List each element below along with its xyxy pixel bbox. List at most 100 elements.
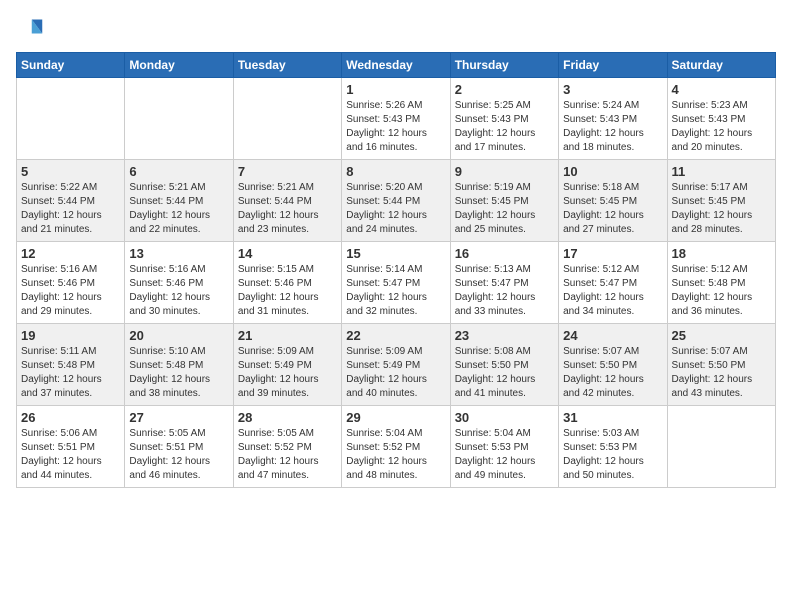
calendar-cell: 16 Sunrise: 5:13 AM Sunset: 5:47 PM Dayli… xyxy=(450,242,558,324)
day-info: Sunrise: 5:21 AM Sunset: 5:44 PM Dayligh… xyxy=(129,181,228,237)
weekday-header-friday: Friday xyxy=(559,53,667,78)
day-number: 16 xyxy=(455,246,554,261)
day-info: Sunrise: 5:08 AM Sunset: 5:50 PM Dayligh… xyxy=(455,345,554,401)
day-info: Sunrise: 5:20 AM Sunset: 5:44 PM Dayligh… xyxy=(346,181,445,237)
day-number: 26 xyxy=(21,410,120,425)
logo xyxy=(16,16,48,44)
day-number: 15 xyxy=(346,246,445,261)
calendar-cell: 27Sunrise: 5:05 AM Sunset: 5:51 PM Dayli… xyxy=(125,406,233,488)
calendar-cell: 7 Sunrise: 5:21 AM Sunset: 5:44 PM Daylig… xyxy=(233,160,341,242)
day-number: 2 xyxy=(455,82,554,97)
day-number: 24 xyxy=(563,328,662,343)
day-number: 7 xyxy=(238,164,337,179)
calendar-cell: 13 Sunrise: 5:16 AM Sunset: 5:46 PM Dayli… xyxy=(125,242,233,324)
weekday-header-monday: Monday xyxy=(125,53,233,78)
calendar-cell: 2 Sunrise: 5:25 AM Sunset: 5:43 PM Daylig… xyxy=(450,78,558,160)
calendar-cell: 18 Sunrise: 5:12 AM Sunset: 5:48 PM Dayli… xyxy=(667,242,775,324)
calendar-cell: 20Sunrise: 5:10 AM Sunset: 5:48 PM Dayli… xyxy=(125,324,233,406)
day-number: 21 xyxy=(238,328,337,343)
day-info: Sunrise: 5:06 AM Sunset: 5:51 PM Dayligh… xyxy=(21,427,120,483)
weekday-header-row: SundayMondayTuesdayWednesdayThursdayFrid… xyxy=(17,53,776,78)
day-number: 17 xyxy=(563,246,662,261)
calendar-cell: 29 Sunrise: 5:04 AM Sunset: 5:52 PM Dayli… xyxy=(342,406,450,488)
calendar-cell: 15 Sunrise: 5:14 AM Sunset: 5:47 PM Dayli… xyxy=(342,242,450,324)
calendar-cell: 5 Sunrise: 5:22 AM Sunset: 5:44 PM Daylig… xyxy=(17,160,125,242)
day-info: Sunrise: 5:17 AM Sunset: 5:45 PM Dayligh… xyxy=(672,181,771,237)
day-info: Sunrise: 5:05 AM Sunset: 5:52 PM Dayligh… xyxy=(238,427,337,483)
day-info: Sunrise: 5:21 AM Sunset: 5:44 PM Dayligh… xyxy=(238,181,337,237)
calendar-cell xyxy=(667,406,775,488)
week-row-3: 12Sunrise: 5:16 AM Sunset: 5:46 PM Dayli… xyxy=(17,242,776,324)
calendar-cell: 24 Sunrise: 5:07 AM Sunset: 5:50 PM Dayli… xyxy=(559,324,667,406)
calendar-table: SundayMondayTuesdayWednesdayThursdayFrid… xyxy=(16,52,776,488)
day-number: 3 xyxy=(563,82,662,97)
calendar-cell: 30 Sunrise: 5:04 AM Sunset: 5:53 PM Dayli… xyxy=(450,406,558,488)
calendar-cell: 12Sunrise: 5:16 AM Sunset: 5:46 PM Dayli… xyxy=(17,242,125,324)
day-info: Sunrise: 5:26 AM Sunset: 5:43 PM Dayligh… xyxy=(346,99,445,155)
day-info: Sunrise: 5:18 AM Sunset: 5:45 PM Dayligh… xyxy=(563,181,662,237)
day-number: 18 xyxy=(672,246,771,261)
day-info: Sunrise: 5:04 AM Sunset: 5:53 PM Dayligh… xyxy=(455,427,554,483)
day-info: Sunrise: 5:25 AM Sunset: 5:43 PM Dayligh… xyxy=(455,99,554,155)
calendar-cell: 17 Sunrise: 5:12 AM Sunset: 5:47 PM Dayli… xyxy=(559,242,667,324)
day-info: Sunrise: 5:07 AM Sunset: 5:50 PM Dayligh… xyxy=(672,345,771,401)
day-info: Sunrise: 5:05 AM Sunset: 5:51 PM Dayligh… xyxy=(129,427,228,483)
calendar-cell: 1 Sunrise: 5:26 AM Sunset: 5:43 PM Daylig… xyxy=(342,78,450,160)
week-row-2: 5 Sunrise: 5:22 AM Sunset: 5:44 PM Daylig… xyxy=(17,160,776,242)
calendar-cell xyxy=(125,78,233,160)
weekday-header-saturday: Saturday xyxy=(667,53,775,78)
day-number: 10 xyxy=(563,164,662,179)
day-number: 28 xyxy=(238,410,337,425)
day-number: 11 xyxy=(672,164,771,179)
day-number: 19 xyxy=(21,328,120,343)
day-number: 9 xyxy=(455,164,554,179)
day-info: Sunrise: 5:16 AM Sunset: 5:46 PM Dayligh… xyxy=(129,263,228,319)
day-info: Sunrise: 5:13 AM Sunset: 5:47 PM Dayligh… xyxy=(455,263,554,319)
calendar-cell: 21 Sunrise: 5:09 AM Sunset: 5:49 PM Dayli… xyxy=(233,324,341,406)
calendar-cell xyxy=(17,78,125,160)
calendar-cell: 31 Sunrise: 5:03 AM Sunset: 5:53 PM Dayli… xyxy=(559,406,667,488)
day-info: Sunrise: 5:12 AM Sunset: 5:47 PM Dayligh… xyxy=(563,263,662,319)
day-number: 31 xyxy=(563,410,662,425)
day-number: 1 xyxy=(346,82,445,97)
day-number: 23 xyxy=(455,328,554,343)
day-info: Sunrise: 5:15 AM Sunset: 5:46 PM Dayligh… xyxy=(238,263,337,319)
day-info: Sunrise: 5:04 AM Sunset: 5:52 PM Dayligh… xyxy=(346,427,445,483)
day-number: 5 xyxy=(21,164,120,179)
day-number: 30 xyxy=(455,410,554,425)
day-info: Sunrise: 5:11 AM Sunset: 5:48 PM Dayligh… xyxy=(21,345,120,401)
calendar-cell: 9Sunrise: 5:19 AM Sunset: 5:45 PM Daylig… xyxy=(450,160,558,242)
day-info: Sunrise: 5:09 AM Sunset: 5:49 PM Dayligh… xyxy=(238,345,337,401)
day-number: 8 xyxy=(346,164,445,179)
week-row-1: 1 Sunrise: 5:26 AM Sunset: 5:43 PM Daylig… xyxy=(17,78,776,160)
day-info: Sunrise: 5:03 AM Sunset: 5:53 PM Dayligh… xyxy=(563,427,662,483)
day-number: 29 xyxy=(346,410,445,425)
day-number: 6 xyxy=(129,164,228,179)
weekday-header-thursday: Thursday xyxy=(450,53,558,78)
week-row-5: 26 Sunrise: 5:06 AM Sunset: 5:51 PM Dayli… xyxy=(17,406,776,488)
day-number: 13 xyxy=(129,246,228,261)
day-info: Sunrise: 5:22 AM Sunset: 5:44 PM Dayligh… xyxy=(21,181,120,237)
day-info: Sunrise: 5:14 AM Sunset: 5:47 PM Dayligh… xyxy=(346,263,445,319)
calendar-cell: 19 Sunrise: 5:11 AM Sunset: 5:48 PM Dayli… xyxy=(17,324,125,406)
weekday-header-sunday: Sunday xyxy=(17,53,125,78)
calendar-cell: 6 Sunrise: 5:21 AM Sunset: 5:44 PM Daylig… xyxy=(125,160,233,242)
calendar-cell: 14 Sunrise: 5:15 AM Sunset: 5:46 PM Dayli… xyxy=(233,242,341,324)
logo-icon xyxy=(16,16,44,44)
calendar-cell: 8 Sunrise: 5:20 AM Sunset: 5:44 PM Daylig… xyxy=(342,160,450,242)
weekday-header-wednesday: Wednesday xyxy=(342,53,450,78)
day-number: 25 xyxy=(672,328,771,343)
day-info: Sunrise: 5:07 AM Sunset: 5:50 PM Dayligh… xyxy=(563,345,662,401)
day-info: Sunrise: 5:12 AM Sunset: 5:48 PM Dayligh… xyxy=(672,263,771,319)
day-info: Sunrise: 5:16 AM Sunset: 5:46 PM Dayligh… xyxy=(21,263,120,319)
day-info: Sunrise: 5:09 AM Sunset: 5:49 PM Dayligh… xyxy=(346,345,445,401)
day-info: Sunrise: 5:23 AM Sunset: 5:43 PM Dayligh… xyxy=(672,99,771,155)
calendar-cell: 3 Sunrise: 5:24 AM Sunset: 5:43 PM Daylig… xyxy=(559,78,667,160)
calendar-cell: 4Sunrise: 5:23 AM Sunset: 5:43 PM Daylig… xyxy=(667,78,775,160)
day-number: 22 xyxy=(346,328,445,343)
day-info: Sunrise: 5:24 AM Sunset: 5:43 PM Dayligh… xyxy=(563,99,662,155)
calendar-cell: 23 Sunrise: 5:08 AM Sunset: 5:50 PM Dayli… xyxy=(450,324,558,406)
calendar-cell: 11 Sunrise: 5:17 AM Sunset: 5:45 PM Dayli… xyxy=(667,160,775,242)
day-number: 14 xyxy=(238,246,337,261)
calendar-cell xyxy=(233,78,341,160)
